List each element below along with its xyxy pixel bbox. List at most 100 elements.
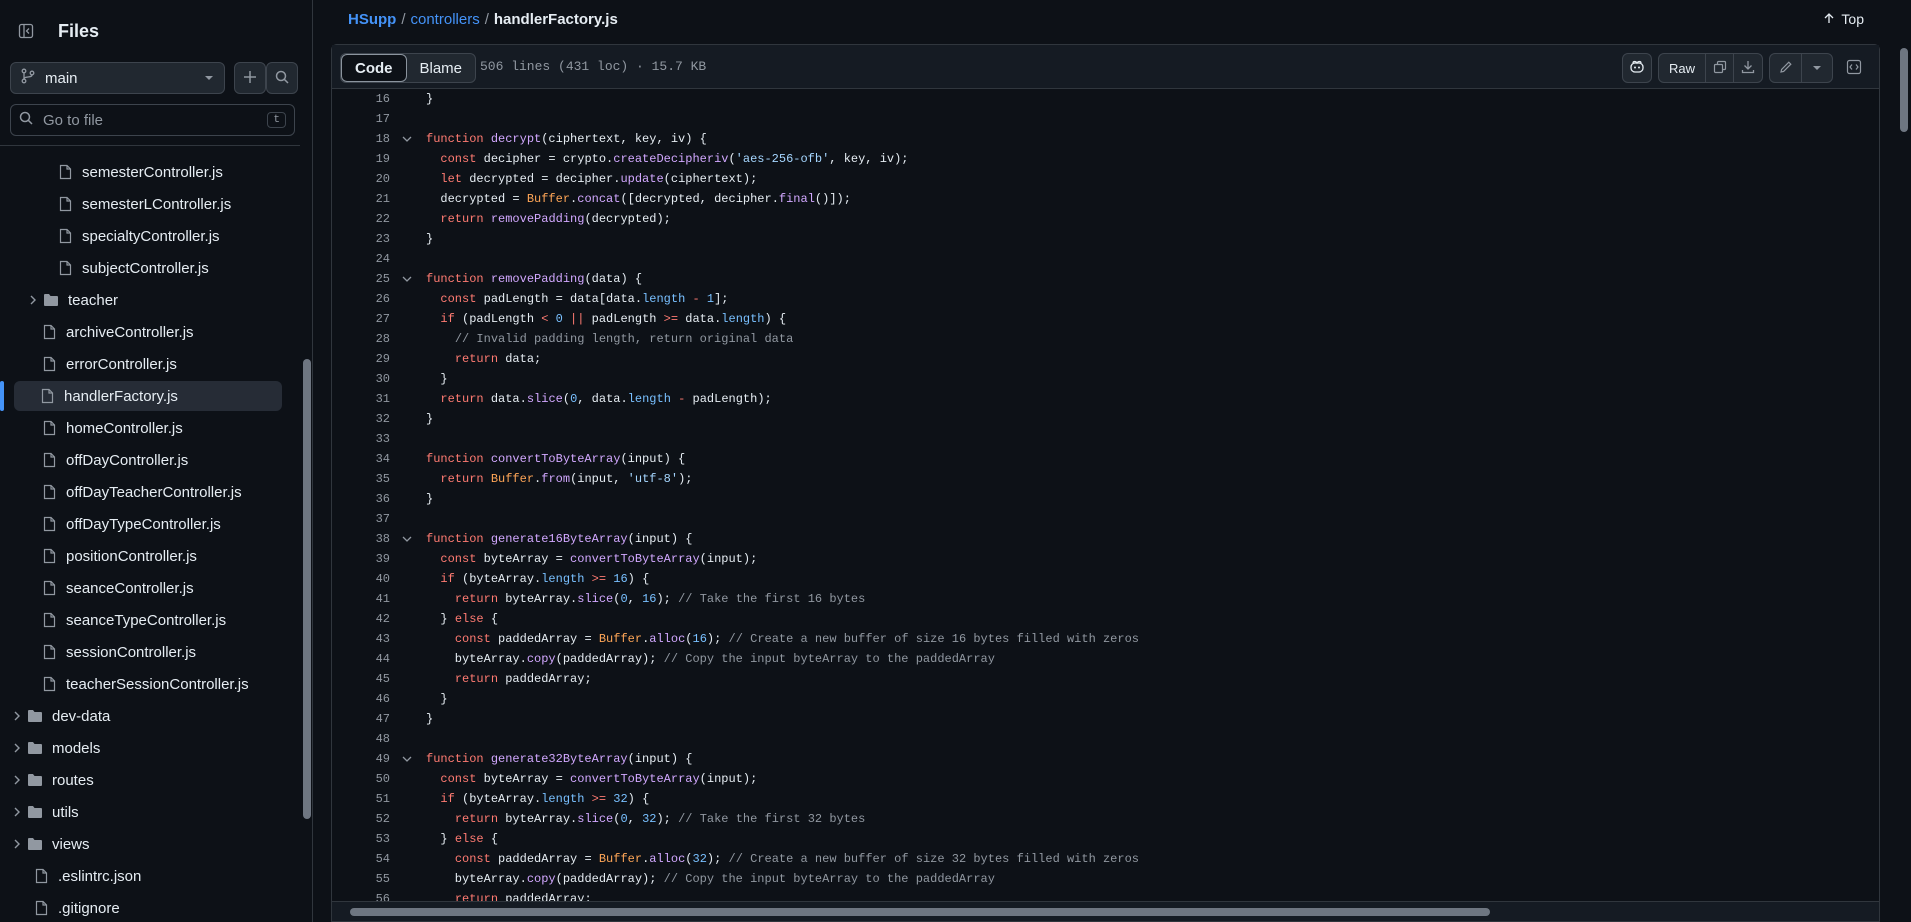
- line-number[interactable]: 38: [332, 532, 390, 546]
- tree-file[interactable]: seanceTypeController.js: [40, 605, 226, 635]
- tree-file[interactable]: offDayController.js: [40, 445, 188, 475]
- tree-file[interactable]: positionController.js: [40, 541, 197, 571]
- tree-file[interactable]: .gitignore: [32, 893, 120, 922]
- code-text: const decipher = crypto.createDecipheriv…: [440, 152, 909, 166]
- line-number[interactable]: 33: [332, 432, 390, 446]
- line-number[interactable]: 37: [332, 512, 390, 526]
- back-to-top-button[interactable]: Top: [1823, 11, 1864, 27]
- line-number[interactable]: 47: [332, 712, 390, 726]
- line-number[interactable]: 30: [332, 372, 390, 386]
- line-number[interactable]: 54: [332, 852, 390, 866]
- tree-file[interactable]: semesterController.js: [56, 157, 223, 187]
- line-number[interactable]: 16: [332, 92, 390, 106]
- line-number[interactable]: 36: [332, 492, 390, 506]
- tree-file[interactable]: offDayTypeController.js: [40, 509, 221, 539]
- line-number[interactable]: 26: [332, 292, 390, 306]
- sidebar-scrollbar[interactable]: [301, 145, 313, 922]
- tree-file[interactable]: handlerFactory.js: [14, 381, 282, 411]
- line-number[interactable]: 43: [332, 632, 390, 646]
- line-number[interactable]: 39: [332, 552, 390, 566]
- page-scroll-thumb[interactable]: [1900, 48, 1908, 132]
- line-number[interactable]: 32: [332, 412, 390, 426]
- add-file-button[interactable]: [234, 62, 266, 94]
- tree-file[interactable]: errorController.js: [40, 349, 177, 379]
- horizontal-scrollbar[interactable]: [332, 901, 1879, 921]
- tab-code[interactable]: Code: [341, 54, 407, 82]
- line-number[interactable]: 17: [332, 112, 390, 126]
- breadcrumb-folder-link[interactable]: controllers: [411, 11, 480, 28]
- tab-blame[interactable]: Blame: [407, 54, 476, 82]
- chevron-right-icon[interactable]: [8, 839, 26, 849]
- line-number[interactable]: 24: [332, 252, 390, 266]
- line-number[interactable]: 35: [332, 472, 390, 486]
- raw-button[interactable]: Raw: [1659, 54, 1706, 82]
- tree-folder[interactable]: models: [8, 733, 100, 763]
- page-scrollbar[interactable]: [1897, 0, 1911, 922]
- edit-file-button[interactable]: [1770, 54, 1802, 82]
- line-number[interactable]: 29: [332, 352, 390, 366]
- line-number[interactable]: 42: [332, 612, 390, 626]
- search-files-button[interactable]: [266, 62, 298, 94]
- tree-folder[interactable]: dev-data: [8, 701, 110, 731]
- tree-file[interactable]: homeController.js: [40, 413, 183, 443]
- line-number[interactable]: 18: [332, 132, 390, 146]
- tree-folder[interactable]: routes: [8, 765, 94, 795]
- line-number[interactable]: 31: [332, 392, 390, 406]
- tree-file[interactable]: specialtyController.js: [56, 221, 220, 251]
- tree-file[interactable]: offDayTeacherController.js: [40, 477, 242, 507]
- line-number[interactable]: 41: [332, 592, 390, 606]
- chevron-right-icon[interactable]: [8, 743, 26, 753]
- edit-options-dropdown[interactable]: [1802, 54, 1832, 82]
- line-number[interactable]: 55: [332, 872, 390, 886]
- line-number[interactable]: 27: [332, 312, 390, 326]
- tree-folder[interactable]: views: [8, 829, 90, 859]
- line-number[interactable]: 22: [332, 212, 390, 226]
- line-number[interactable]: 19: [332, 152, 390, 166]
- line-number[interactable]: 20: [332, 172, 390, 186]
- line-number[interactable]: 46: [332, 692, 390, 706]
- horizontal-scroll-thumb[interactable]: [350, 908, 1490, 916]
- line-number[interactable]: 53: [332, 832, 390, 846]
- breadcrumb-separator: /: [401, 11, 406, 28]
- tree-file[interactable]: subjectController.js: [56, 253, 209, 283]
- line-number[interactable]: 49: [332, 752, 390, 766]
- chevron-right-icon[interactable]: [8, 775, 26, 785]
- tree-folder[interactable]: teacher: [24, 285, 118, 315]
- chevron-right-icon[interactable]: [8, 807, 26, 817]
- line-number[interactable]: 23: [332, 232, 390, 246]
- copilot-button[interactable]: [1621, 53, 1652, 83]
- fold-chevron-icon[interactable]: [396, 135, 418, 143]
- line-number[interactable]: 21: [332, 192, 390, 206]
- line-number[interactable]: 52: [332, 812, 390, 826]
- tree-folder[interactable]: utils: [8, 797, 79, 827]
- line-number[interactable]: 50: [332, 772, 390, 786]
- symbols-panel-button[interactable]: [1839, 53, 1869, 83]
- tree-file[interactable]: seanceController.js: [40, 573, 194, 603]
- code-viewer[interactable]: 16} 17 18 function decrypt(ciphertext, key,…: [332, 89, 1879, 903]
- line-number[interactable]: 34: [332, 452, 390, 466]
- go-to-file-input[interactable]: Go to file t: [10, 104, 295, 136]
- tree-file[interactable]: archiveController.js: [40, 317, 194, 347]
- line-number[interactable]: 51: [332, 792, 390, 806]
- chevron-right-icon[interactable]: [8, 711, 26, 721]
- line-number[interactable]: 45: [332, 672, 390, 686]
- download-button[interactable]: [1734, 54, 1762, 82]
- tree-file[interactable]: .eslintrc.json: [32, 861, 141, 891]
- tree-file[interactable]: teacherSessionController.js: [40, 669, 249, 699]
- fold-chevron-icon[interactable]: [396, 755, 418, 763]
- chevron-right-icon[interactable]: [24, 295, 42, 305]
- fold-chevron-icon[interactable]: [396, 535, 418, 543]
- line-number[interactable]: 40: [332, 572, 390, 586]
- line-number[interactable]: 25: [332, 272, 390, 286]
- tree-file[interactable]: sessionController.js: [40, 637, 196, 667]
- breadcrumb-repo-link[interactable]: HSupp: [348, 11, 396, 28]
- sidebar-scroll-thumb[interactable]: [303, 359, 311, 819]
- collapse-sidebar-icon[interactable]: [10, 15, 42, 47]
- line-number[interactable]: 44: [332, 652, 390, 666]
- line-number[interactable]: 28: [332, 332, 390, 346]
- branch-selector[interactable]: main: [10, 62, 225, 94]
- fold-chevron-icon[interactable]: [396, 275, 418, 283]
- copy-raw-button[interactable]: [1706, 54, 1734, 82]
- line-number[interactable]: 48: [332, 732, 390, 746]
- tree-file[interactable]: semesterLController.js: [56, 189, 231, 219]
